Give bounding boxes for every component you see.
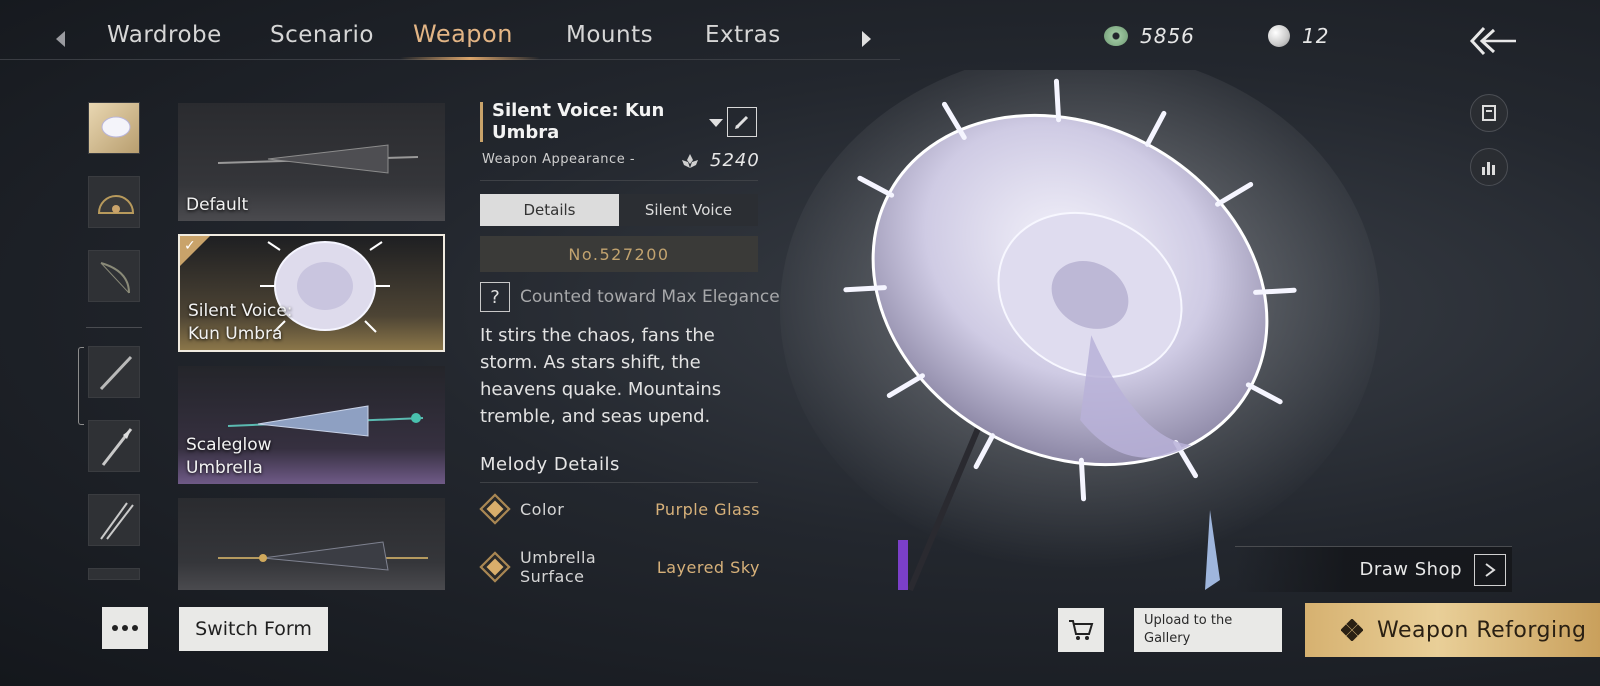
card-label: Default [186, 195, 249, 215]
archive-button[interactable] [1470, 94, 1508, 132]
gilded-umbrella-image [218, 541, 428, 571]
attribute-key: Umbrella Surface [520, 548, 597, 586]
attribute-color: Color Purple Glass [479, 493, 760, 525]
tab-silent-voice[interactable]: Silent Voice [619, 194, 758, 226]
spear-thumb-icon [101, 428, 133, 466]
draw-shop-button[interactable]: Draw Shop [1235, 546, 1512, 592]
bow-thumb-icon [100, 262, 130, 294]
diamond-icon [479, 493, 511, 525]
dot [122, 625, 128, 631]
pearl-amount: 12 [1302, 24, 1330, 48]
tabs-next-arrow-icon[interactable] [862, 31, 871, 47]
weapon-title: Silent Voice: Kun Umbra [492, 100, 665, 143]
details-segmented-control: Details Silent Voice [480, 194, 758, 226]
scroll-indicator[interactable] [78, 347, 84, 425]
weapon-description: It stirs the chaos, fans the storm. As s… [480, 325, 722, 427]
pearl-icon [1268, 25, 1290, 47]
umbrella-thumb-icon [101, 116, 131, 138]
thumb-bow[interactable] [88, 250, 140, 302]
card-label: Silent Voice: Kun Umbra [188, 301, 293, 344]
bar-chart-icon [1482, 162, 1495, 175]
dual-blades-thumb-icon [100, 502, 134, 540]
tab-mounts[interactable]: Mounts [566, 22, 653, 48]
thumb-umbrella[interactable] [88, 102, 140, 154]
reforge-label: Weapon Reforging [1377, 617, 1587, 643]
thumb-divider [86, 327, 142, 328]
weapon-card-default[interactable]: Default [178, 103, 445, 221]
diamond-icon [479, 551, 511, 583]
dot [132, 625, 138, 631]
top-tab-bar: Wardrobe Scenario Weapon Mounts Extras [0, 0, 900, 60]
checkmark-icon: ✓ [184, 238, 196, 254]
melody-heading: Melody Details [480, 454, 620, 475]
attribute-umbrella-surface: Umbrella Surface Layered Sky [479, 548, 760, 586]
dot [112, 625, 118, 631]
sword-thumb-icon [99, 355, 133, 391]
elegance-score: 5240 [680, 150, 760, 171]
thumb-spear[interactable] [88, 420, 140, 472]
divider [480, 180, 758, 181]
upload-gallery-button[interactable]: Upload to the Gallery [1134, 608, 1282, 652]
stats-button[interactable] [1470, 148, 1508, 186]
thumb-fan[interactable] [88, 176, 140, 228]
weapon-card-scaleglow[interactable]: Scaleglow Umbrella [178, 366, 445, 484]
pencil-icon [735, 115, 749, 129]
serial-number: No.527200 [480, 236, 758, 272]
lotus-icon [682, 153, 698, 168]
attribute-value: Layered Sky [656, 557, 760, 577]
thumb-more[interactable] [88, 568, 140, 580]
more-options-button[interactable] [102, 607, 148, 649]
active-tab-underline [400, 57, 540, 60]
help-icon[interactable]: ? [480, 282, 510, 312]
weapon-card-kun-umbra[interactable]: ✓ Silent Voice: Kun Umbra [178, 234, 445, 352]
edit-button[interactable] [727, 107, 757, 137]
title-accent-bar [480, 102, 483, 142]
thumb-dual-blades[interactable] [88, 494, 140, 546]
tabs-prev-arrow-icon[interactable] [56, 31, 65, 47]
weapon-subtitle: Weapon Appearance - [482, 152, 636, 167]
elegance-note-text: Counted toward Max Elegance [520, 287, 780, 307]
tab-weapon[interactable]: Weapon [413, 20, 513, 48]
tab-wardrobe[interactable]: Wardrobe [107, 22, 222, 48]
archive-icon [1482, 105, 1496, 121]
back-arrow-icon [1469, 26, 1516, 56]
back-button[interactable] [1468, 22, 1518, 60]
elegance-note: ? Counted toward Max Elegance [480, 282, 780, 312]
tab-extras[interactable]: Extras [705, 22, 781, 48]
switch-form-button[interactable]: Switch Form [179, 607, 328, 651]
pearl-currency: 12 [1268, 24, 1329, 48]
jade-icon [1104, 26, 1128, 46]
tab-scenario[interactable]: Scenario [270, 22, 374, 48]
fan-thumb-icon [97, 195, 135, 214]
attribute-value: Purple Glass [655, 499, 760, 519]
score-value: 5240 [710, 150, 760, 171]
cart-icon [1069, 620, 1094, 640]
dropdown-arrow-icon[interactable] [709, 119, 723, 127]
weapon-card-gilded[interactable] [178, 498, 445, 590]
reforge-icon [1341, 619, 1363, 641]
weapon-reforging-button[interactable]: Weapon Reforging [1305, 603, 1600, 657]
thumb-sword[interactable] [88, 346, 140, 398]
draw-shop-label: Draw Shop [1359, 559, 1462, 580]
cart-button[interactable] [1058, 608, 1104, 652]
jade-currency: 5856 [1104, 24, 1195, 48]
divider [480, 482, 758, 483]
tab-details[interactable]: Details [480, 194, 619, 226]
attribute-key: Color [520, 499, 565, 519]
chevron-right-icon [1474, 553, 1506, 586]
jade-amount: 5856 [1140, 24, 1195, 48]
card-label: Scaleglow Umbrella [186, 435, 272, 478]
